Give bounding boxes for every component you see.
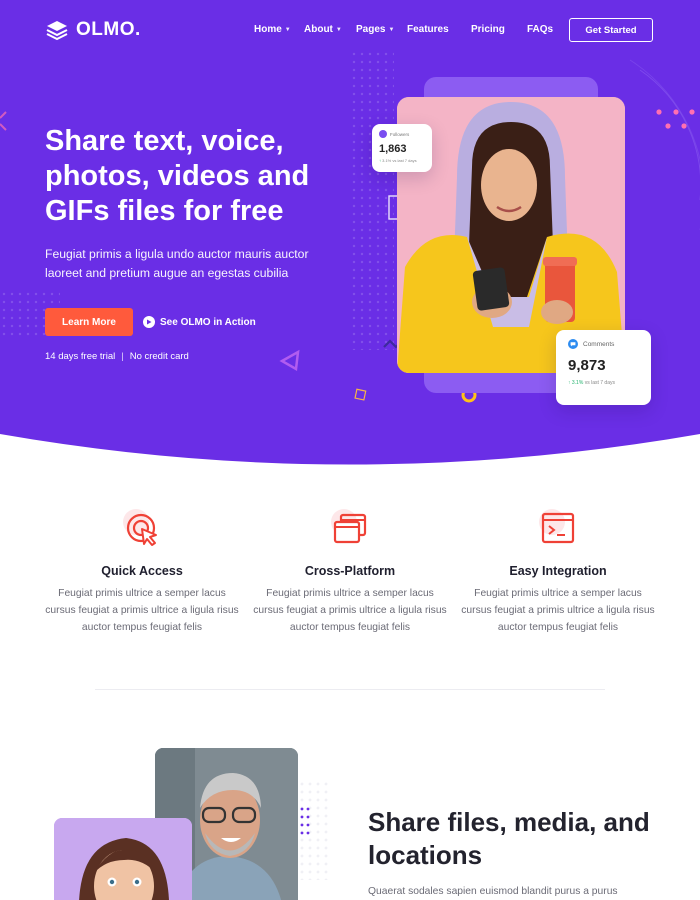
followers-label: Followers <box>390 131 410 137</box>
feature-card: Cross-Platform Feugiat primis ultrice a … <box>250 500 450 636</box>
section-title: Share files, media, and locations <box>368 807 650 870</box>
followers-card: Followers 1,863 ↑ 3.1% vs last 7 days <box>372 124 432 172</box>
logo[interactable]: OLMO. <box>45 18 141 42</box>
nav-pages-label: Pages <box>356 24 386 35</box>
feature-text: Feugiat primis ultrice a semper lacus cu… <box>45 588 239 633</box>
followers-label-row: Followers <box>379 130 425 138</box>
feature-title: Easy Integration <box>509 564 607 578</box>
followers-trend-text: 3.1% vs last 7 days <box>382 158 417 163</box>
feature-card: Quick Access Feugiat primis ultrice a se… <box>42 500 242 636</box>
comments-trend: ↑ 3.1% vs last 7 days <box>568 380 639 386</box>
feature-card: Easy Integration Feugiat primis ultrice … <box>458 500 658 636</box>
hero-wave-divider <box>0 434 700 480</box>
woman-photo <box>54 818 192 900</box>
feature-text: Feugiat primis ultrice a semper lacus cu… <box>253 588 447 633</box>
decor-dots <box>300 807 310 835</box>
cursor-click-icon <box>120 506 164 550</box>
comments-card: Comments 9,873 ↑ 3.1% vs last 7 days <box>556 330 651 405</box>
followers-trend: ↑ 3.1% vs last 7 days <box>379 158 425 163</box>
hero-section: OLMO. Home ▼ About ▼ Pages ▼ Features Pr… <box>0 0 700 470</box>
feature-title: Quick Access <box>101 564 183 578</box>
hero-headline: Share text, voice, photos, videos and GI… <box>45 125 310 227</box>
nav-home[interactable]: Home ▼ <box>254 24 291 35</box>
nav-pricing[interactable]: Pricing <box>471 24 505 35</box>
nav-pages[interactable]: Pages ▼ <box>356 24 394 35</box>
nav-faqs[interactable]: FAQs <box>527 24 553 35</box>
hero-subtext: Feugiat primis a ligula undo auctor maur… <box>45 247 309 280</box>
comments-label: Comments <box>583 340 615 348</box>
arrow-up-icon: ↑ <box>379 158 381 163</box>
features-section: Quick Access Feugiat primis ultrice a se… <box>0 500 700 660</box>
chat-bubble-icon <box>568 339 578 349</box>
feature-title: Cross-Platform <box>304 564 396 578</box>
section-text: Quaerat sodales sapien euismod blandit p… <box>368 886 618 897</box>
terminal-icon <box>536 506 580 550</box>
nav-faqs-label: FAQs <box>527 24 554 35</box>
separator: | <box>121 351 124 362</box>
caret-down-icon: ▼ <box>388 26 395 33</box>
comments-value: 9,873 <box>568 357 606 374</box>
caret-down-icon: ▼ <box>335 26 342 33</box>
section-divider <box>95 689 605 690</box>
windows-icon <box>328 506 372 550</box>
play-icon <box>143 316 155 328</box>
nav-home-label: Home <box>254 24 282 35</box>
comments-label-row: Comments <box>568 339 639 349</box>
caret-down-icon: ▼ <box>284 26 291 33</box>
trial-text: 14 days free trial <box>45 351 116 362</box>
logo-text: OLMO. <box>76 19 141 40</box>
feature-text: Feugiat primis ultrice a semper lacus cu… <box>461 588 655 633</box>
nav-about-label: About <box>304 24 333 35</box>
get-started-button[interactable]: Get Started <box>569 18 653 42</box>
stack-layers-icon <box>46 21 68 41</box>
followers-value: 1,863 <box>379 143 407 155</box>
comments-trend-value: 3.1% <box>571 380 584 386</box>
arrow-up-icon: ↑ <box>568 380 571 386</box>
nav-about[interactable]: About ▼ <box>304 24 342 35</box>
video-link-label: See OLMO in Action <box>160 316 256 328</box>
comments-trend-text: vs last 7 days <box>584 380 615 386</box>
nav-pricing-label: Pricing <box>471 24 505 35</box>
learn-more-button[interactable]: Learn More <box>45 308 133 336</box>
nav-features[interactable]: Features <box>407 24 449 35</box>
no-card-text: No credit card <box>129 351 189 362</box>
nav-features-label: Features <box>407 24 449 35</box>
trial-note: 14 days free trial | No credit card <box>45 351 189 362</box>
user-icon <box>379 130 387 138</box>
video-link[interactable]: See OLMO in Action <box>143 316 256 328</box>
